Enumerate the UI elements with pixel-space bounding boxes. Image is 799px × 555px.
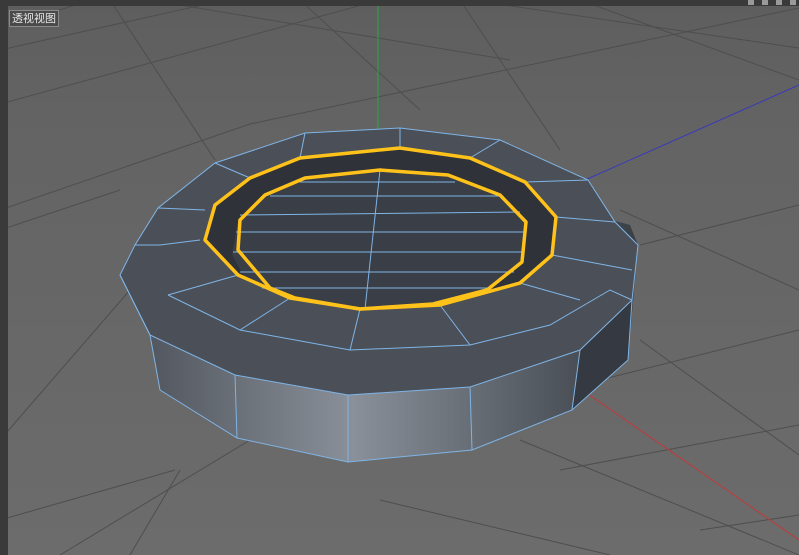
view-control-icon[interactable] xyxy=(748,0,754,5)
view-control-icon[interactable] xyxy=(790,0,796,5)
viewport-scene[interactable] xyxy=(0,0,799,555)
viewport-left-border xyxy=(0,0,8,555)
view-control-icon[interactable] xyxy=(762,0,768,5)
view-label[interactable]: 透视视图 xyxy=(9,10,59,27)
view-control-icon[interactable] xyxy=(776,0,782,5)
perspective-viewport[interactable]: 透视视图 xyxy=(0,0,799,555)
ring-model[interactable] xyxy=(119,127,639,463)
viewport-corner-controls[interactable] xyxy=(739,0,799,6)
viewport-top-border xyxy=(0,0,799,6)
